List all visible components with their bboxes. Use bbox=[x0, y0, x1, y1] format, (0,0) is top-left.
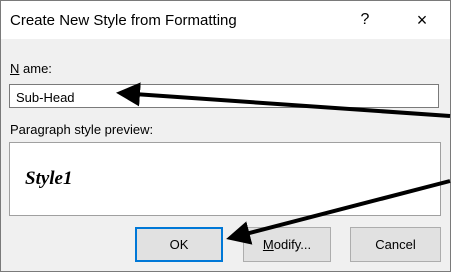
annotation-arrows bbox=[116, 82, 451, 245]
arrow-to-name-field bbox=[116, 82, 451, 118]
arrow-to-ok-button bbox=[226, 179, 451, 245]
